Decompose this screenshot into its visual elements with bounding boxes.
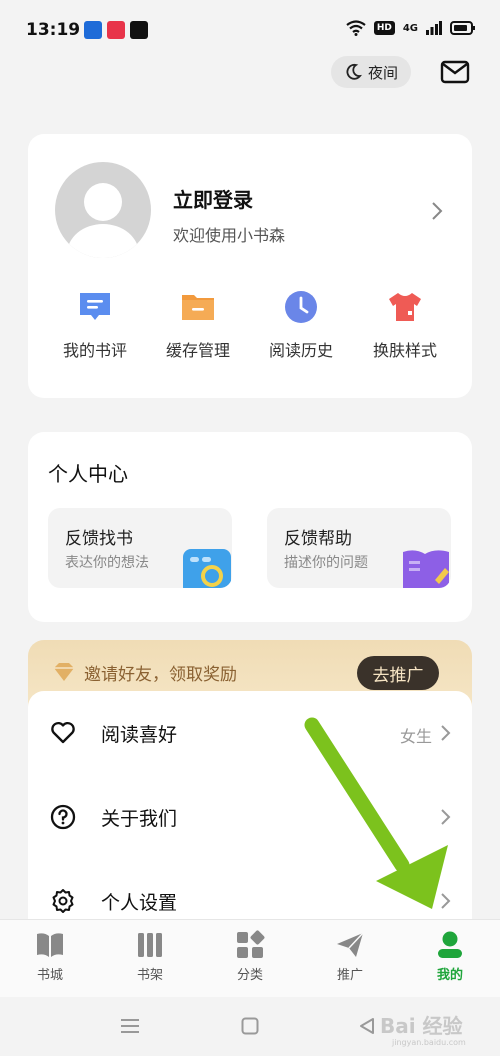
back-icon[interactable] [358, 1017, 376, 1035]
menu-list: 阅读喜好 女生 关于我们 个人设置 [28, 691, 472, 931]
chevron-right-icon [441, 725, 451, 741]
watermark: Bai 经验 [380, 1014, 463, 1038]
night-mode-label: 夜间 [367, 63, 398, 82]
tiktok-notification-icon [130, 21, 148, 39]
menu-item-about-us[interactable]: 关于我们 [28, 789, 472, 845]
clock-icon [285, 291, 317, 323]
network-type: 4G [402, 22, 418, 34]
quick-action-label: 换肤样式 [372, 341, 437, 360]
nav-promote[interactable]: 推广 [300, 930, 400, 983]
help-book-icon [403, 550, 449, 588]
heart-icon [51, 721, 75, 744]
wifi-icon [346, 20, 366, 36]
personal-center-title: 个人中心 [48, 462, 128, 486]
search-book-icon [183, 549, 231, 588]
gear-icon [52, 889, 74, 913]
app-notification-icon [107, 21, 125, 39]
mail-icon[interactable] [440, 59, 470, 85]
nav-bookshelf[interactable]: 书架 [100, 930, 200, 983]
shelf-icon [138, 933, 162, 957]
nav-label: 书架 [136, 968, 163, 983]
bottom-navigation: 书城 书架 分类 推广 我的 [0, 919, 500, 997]
chevron-right-icon [441, 893, 451, 909]
login-subtitle: 欢迎使用小书森 [173, 226, 286, 245]
watermark-url: jingyan.baidu.com [392, 1038, 466, 1047]
menu-item-value: 女生 [399, 727, 432, 746]
chevron-right-icon [441, 809, 451, 825]
invite-text: 邀请好友，领取奖励 [84, 665, 237, 685]
menu-item-label: 阅读喜好 [101, 724, 178, 746]
login-title[interactable]: 立即登录 [173, 184, 253, 213]
avatar[interactable] [55, 162, 151, 258]
shirt-icon [389, 293, 421, 321]
quick-action-my-reviews[interactable]: 我的书评 [45, 289, 145, 361]
personal-center-card: 个人中心 反馈找书 表达你的想法 反馈帮助 描述你的问题 [28, 432, 472, 622]
menu-item-label: 个人设置 [101, 892, 178, 914]
quick-actions: 我的书评 缓存管理 阅读历史 换肤样式 [28, 289, 472, 369]
menu-icon[interactable] [120, 1017, 140, 1035]
battery-icon [450, 21, 475, 35]
folder-icon [182, 295, 214, 320]
hd-badge: HD [373, 21, 395, 35]
nav-mine[interactable]: 我的 [400, 930, 500, 983]
quick-action-skin[interactable]: 换肤样式 [355, 289, 455, 361]
user-icon [438, 931, 462, 958]
night-mode-button[interactable]: 夜间 [331, 56, 411, 88]
status-time: 13:19 [26, 20, 81, 40]
card-description: 描述你的问题 [284, 555, 368, 571]
quick-action-label: 我的书评 [62, 341, 127, 360]
diamond-icon [54, 663, 74, 681]
chevron-right-icon[interactable] [430, 200, 444, 222]
app-notification-icon [84, 21, 102, 39]
moon-icon [346, 63, 362, 80]
book-icon [37, 933, 63, 957]
nav-bookstore[interactable]: 书城 [0, 930, 100, 983]
category-icon [237, 930, 265, 958]
nav-category[interactable]: 分类 [200, 930, 300, 983]
home-icon[interactable] [241, 1017, 259, 1035]
quick-action-cache[interactable]: 缓存管理 [148, 289, 248, 361]
quick-action-history[interactable]: 阅读历史 [251, 289, 351, 361]
send-icon [337, 932, 364, 957]
profile-card: 立即登录 欢迎使用小书森 我的书评 缓存管理 阅读历史 换肤样式 [28, 134, 472, 398]
nav-label: 推广 [336, 968, 363, 983]
feedback-help-card[interactable]: 反馈帮助 描述你的问题 [267, 508, 451, 588]
menu-item-label: 关于我们 [101, 808, 178, 830]
menu-item-reading-preference[interactable]: 阅读喜好 女生 [28, 705, 472, 761]
status-bar: 13:19 HD 4G [0, 0, 500, 60]
system-status-icons: HD 4G [346, 20, 476, 36]
nav-label: 我的 [436, 968, 463, 983]
comment-icon [80, 293, 110, 320]
question-icon [50, 804, 76, 830]
feedback-find-book-card[interactable]: 反馈找书 表达你的想法 [48, 508, 232, 588]
card-title: 反馈找书 [65, 529, 133, 549]
quick-action-label: 阅读历史 [268, 341, 333, 360]
promote-button[interactable]: 去推广 [357, 656, 439, 690]
signal-icon [426, 21, 442, 35]
quick-action-label: 缓存管理 [165, 341, 230, 360]
nav-label: 分类 [236, 968, 263, 983]
nav-label: 书城 [36, 968, 63, 983]
card-title: 反馈帮助 [284, 529, 352, 549]
card-description: 表达你的想法 [65, 555, 149, 571]
